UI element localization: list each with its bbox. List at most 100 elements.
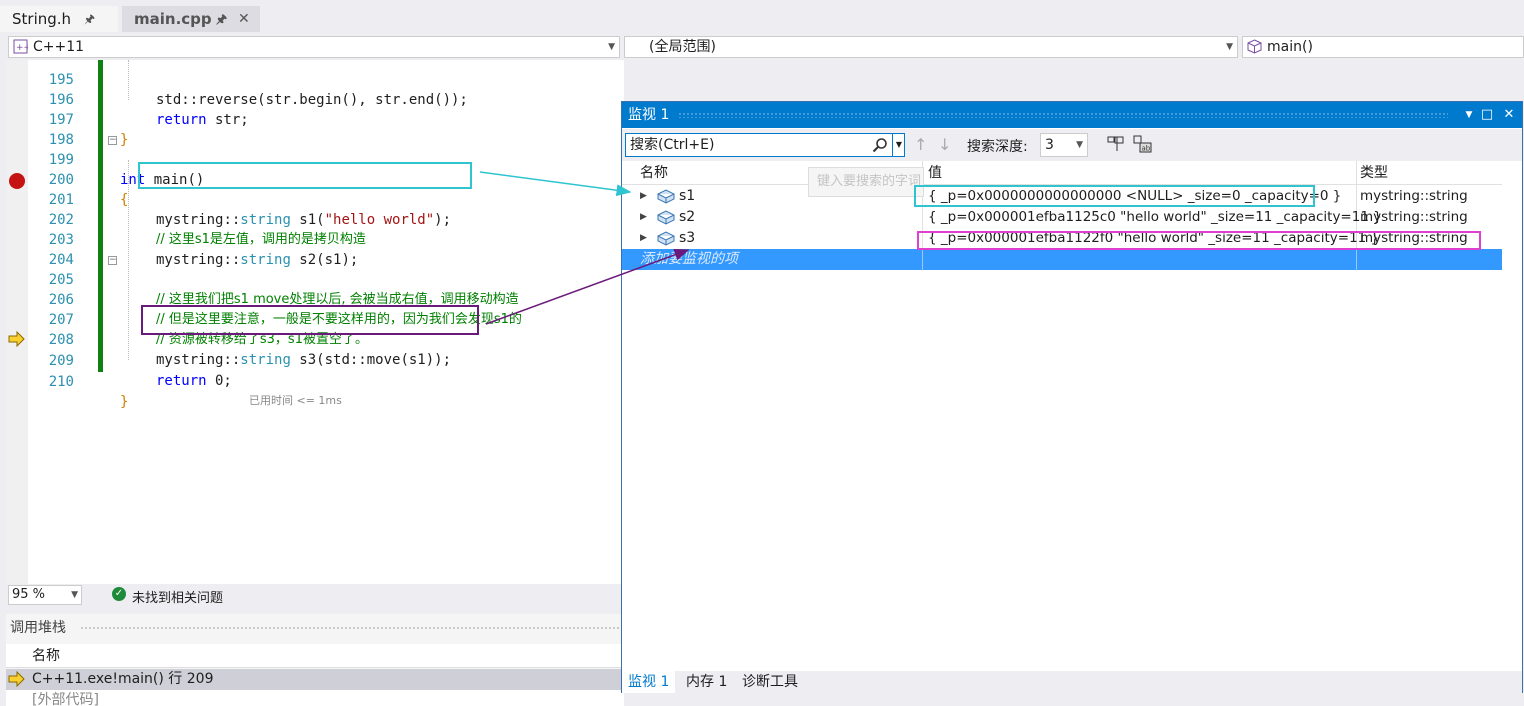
code-line: 204 <box>6 230 624 268</box>
tab-memory-1[interactable]: 内存 1 <box>680 671 733 693</box>
chevron-down-icon: ▼ <box>608 42 615 52</box>
code-line: 199 int main() <box>6 130 624 188</box>
panel-title-text: 调用堆栈 <box>10 620 66 636</box>
watch-bottom-tabs: 监视 1 内存 1 诊断工具 <box>622 671 1522 693</box>
search-placeholder: 搜索(Ctrl+E) <box>630 137 715 153</box>
cube-icon <box>1247 39 1262 54</box>
search-depth-value: 3 <box>1045 137 1054 153</box>
column-header-name[interactable]: 名称 <box>6 644 624 668</box>
line-number: 210 <box>48 374 74 390</box>
pin-source-icon[interactable] <box>1106 134 1126 154</box>
column-header-type[interactable]: 类型 <box>1360 161 1388 185</box>
chevron-down-icon: ▼ <box>1226 42 1233 52</box>
editor-status-bar: 95 % ▼ ✓ 未找到相关问题 <box>6 584 624 606</box>
add-watch-placeholder: 添加要监视的项 <box>640 251 738 267</box>
dropdown-icon[interactable]: ▼ <box>1460 102 1478 128</box>
panel-grip[interactable] <box>80 626 620 631</box>
code-line: 205 // 这里我们把s1 move处理以后, 会被当成右值，调用移动构造 <box>6 250 624 307</box>
search-input[interactable]: 搜索(Ctrl+E) ▼ <box>625 133 905 157</box>
code-line: 206 // 但是这里要注意，一般是不要这样用的，因为我们会发现s1的 <box>6 270 624 327</box>
svg-text:ab: ab <box>1142 145 1151 153</box>
variable-icon <box>657 189 675 204</box>
call-stack-row[interactable]: [外部代码] <box>6 690 624 706</box>
close-icon[interactable]: ✕ <box>238 6 250 32</box>
frame-label: [外部代码] <box>32 692 99 706</box>
watch-panel: 监视 1 ▼ □ ✕ 搜索(Ctrl+E) ▼ ↑ ↓ 搜索深度: 3 ▼ ab <box>621 101 1523 693</box>
tab-diagnostic-tools[interactable]: 诊断工具 <box>736 671 804 693</box>
grid-header: 名称 值 类型 <box>622 161 1502 185</box>
code-line: 202 // 这里s1是左值，调用的是拷贝构造 <box>6 190 624 247</box>
code-line: 203 mystring::string s2(s1); <box>6 210 624 268</box>
elapsed-time-hint: 已用时间 <= 1ms <box>249 394 342 407</box>
search-depth-label: 搜索深度: <box>967 139 1028 155</box>
view-format-icon[interactable]: ab <box>1132 134 1152 154</box>
column-header-name[interactable]: 名称 <box>640 161 668 185</box>
expand-icon[interactable]: ▶ <box>640 228 647 249</box>
column-separator <box>922 249 923 270</box>
pin-icon[interactable]: 🖈 <box>84 6 95 32</box>
call-stack-row[interactable]: C++11.exe!main() 行 209 <box>6 669 624 690</box>
arrow-up-icon[interactable]: ↑ <box>914 135 927 154</box>
pin-icon[interactable]: 🖈 <box>216 6 227 32</box>
chevron-down-icon: ▼ <box>71 590 78 600</box>
watch-toolbar: 搜索(Ctrl+E) ▼ ↑ ↓ 搜索深度: 3 ▼ ab <box>622 129 1522 161</box>
tab-main-cpp[interactable]: main.cpp 🖈 ✕ <box>122 6 260 32</box>
project-dropdown[interactable]: ++ C++11 ▼ <box>8 36 620 58</box>
watch-name: s3 <box>679 230 696 246</box>
project-icon: ++ <box>13 39 28 54</box>
column-separator <box>1356 249 1357 270</box>
navigation-bar: ++ C++11 ▼ (全局范围) ▼ main() <box>0 34 1524 60</box>
project-label: C++11 <box>33 39 85 55</box>
variable-icon <box>657 231 675 246</box>
watch-name: s1 <box>679 188 696 204</box>
highlight-box-s3-value <box>917 231 1481 250</box>
frame-label: C++11.exe!main() 行 209 <box>32 671 214 687</box>
code-line: 198 <box>6 110 624 148</box>
watch-title-bar[interactable]: 监视 1 ▼ □ ✕ <box>622 102 1522 128</box>
zoom-dropdown[interactable]: 95 % ▼ <box>8 585 82 605</box>
watch-name: s2 <box>679 209 696 225</box>
chevron-down-icon[interactable]: ▼ <box>892 134 905 156</box>
code-line: 195 std::reverse(str.begin(), str.end())… <box>6 60 624 108</box>
maximize-icon[interactable]: □ <box>1478 102 1496 128</box>
call-stack-panel: 调用堆栈 名称 C++11.exe!main() 行 209 [外部代码] <box>6 614 624 706</box>
watch-type: mystring::string <box>1360 188 1468 204</box>
member-label: main() <box>1267 39 1313 55</box>
issues-status[interactable]: 未找到相关问题 <box>132 587 223 606</box>
code-line: 197 } <box>6 90 624 148</box>
add-watch-row[interactable]: 添加要监视的项 <box>622 249 1502 270</box>
scope-dropdown[interactable]: (全局范围) ▼ <box>624 36 1238 58</box>
tab-string-h[interactable]: String.h 🖈 <box>0 6 118 32</box>
code-line: 196 return str; <box>6 70 624 128</box>
zoom-value: 95 % <box>12 587 46 602</box>
search-icon[interactable] <box>872 137 888 153</box>
brace: } <box>120 394 129 410</box>
check-circle-icon: ✓ <box>112 587 126 601</box>
expand-icon[interactable]: ▶ <box>640 207 647 228</box>
scope-label: (全局范围) <box>649 39 716 55</box>
highlight-box-s1 <box>138 162 472 189</box>
ide-window: String.h 🖈 main.cpp 🖈 ✕ ++ C++11 ▼ (全局范围… <box>0 0 1524 706</box>
expand-icon[interactable]: ▶ <box>640 186 647 207</box>
variable-icon <box>657 210 675 225</box>
panel-title: 监视 1 <box>628 107 670 123</box>
tab-watch-1[interactable]: 监视 1 <box>622 671 676 693</box>
highlight-box-s3 <box>141 305 479 335</box>
member-dropdown[interactable]: main() <box>1242 36 1524 58</box>
tab-label: main.cpp <box>134 10 212 28</box>
code-editor[interactable]: − − 195 std::reverse(str.begin(), str.en… <box>6 60 624 584</box>
watch-value: { _p=0x000001efba1125c0 "hello world" _s… <box>928 209 1382 225</box>
current-frame-arrow-icon <box>8 671 25 687</box>
watch-row[interactable]: ▶ s2 { _p=0x000001efba1125c0 "hello worl… <box>622 207 1502 228</box>
search-tooltip: 键入要搜索的字词 <box>808 167 924 197</box>
chevron-down-icon: ▼ <box>1076 140 1083 150</box>
svg-text:++: ++ <box>16 43 28 53</box>
column-header-value[interactable]: 值 <box>928 161 942 185</box>
arrow-down-icon[interactable]: ↓ <box>938 135 951 154</box>
watch-type: mystring::string <box>1360 209 1468 225</box>
highlight-box-s1-value <box>914 185 1315 207</box>
code-line: 210 } <box>6 352 624 410</box>
close-icon[interactable]: ✕ <box>1500 102 1518 128</box>
search-depth-dropdown[interactable]: 3 ▼ <box>1040 133 1088 157</box>
code-text: 0; <box>206 373 232 389</box>
